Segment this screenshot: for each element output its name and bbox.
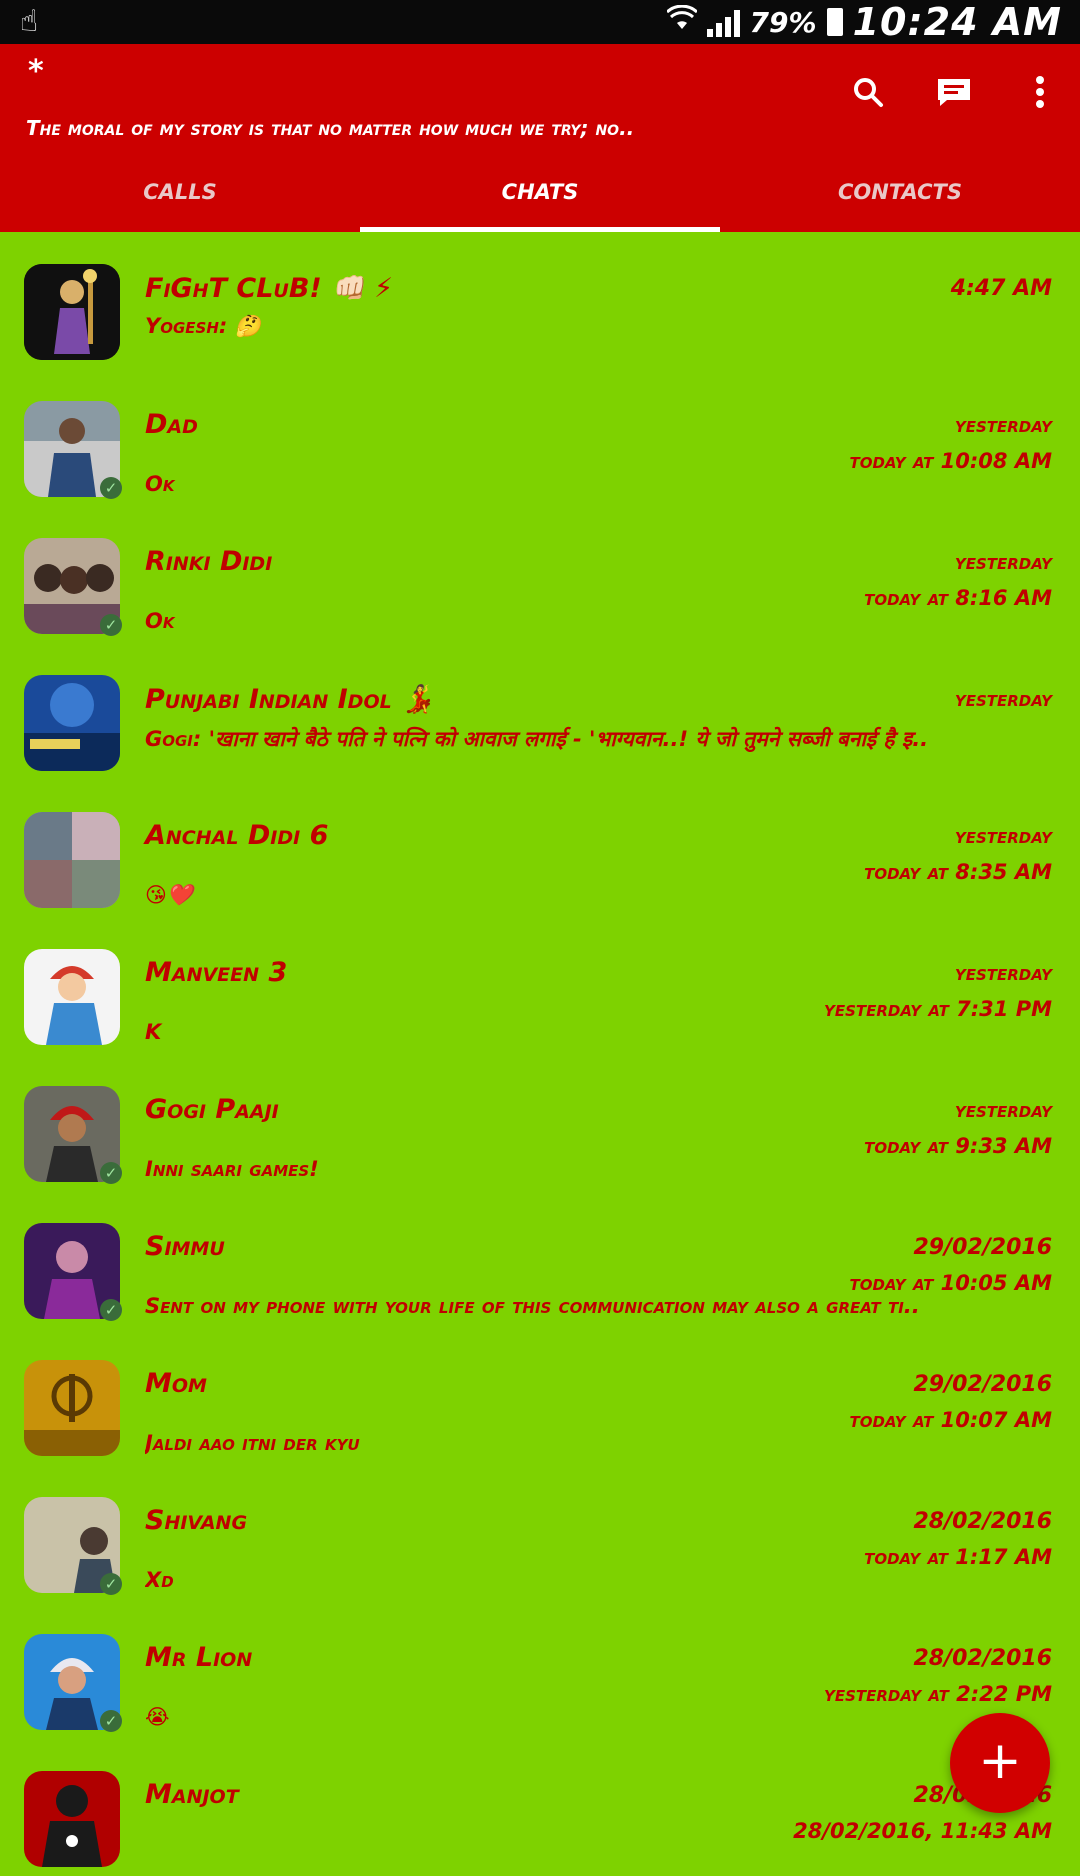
last-seen: today at 1:17 AM — [864, 1545, 1052, 1569]
tab-bar: CALLS CHATS CONTACTS — [0, 170, 1080, 232]
verified-check-icon: ✓ — [100, 477, 122, 499]
last-seen: today at 8:16 AM — [864, 586, 1052, 610]
new-chat-button[interactable]: + — [950, 1713, 1050, 1813]
chat-name: Simmu — [145, 1231, 225, 1262]
signal-icon — [706, 7, 740, 37]
verified-check-icon: ✓ — [100, 1573, 122, 1595]
chat-row[interactable]: Manveen 3 yesterday yesterday at 7:31 PM… — [0, 917, 1080, 1054]
chat-name: Mr Lion — [145, 1642, 253, 1673]
chat-time: 28/02/2016 — [913, 1646, 1052, 1671]
chat-last-message: Ok — [145, 609, 175, 633]
new-broadcast-icon[interactable] — [934, 72, 974, 112]
chat-row[interactable]: Mom 29/02/2016 today at 10:07 AM Jaldi a… — [0, 1328, 1080, 1465]
chat-time: 28/02/2016 — [913, 1509, 1052, 1534]
battery-percent: 79% — [749, 5, 817, 39]
chat-row[interactable]: ✓ Dad yesterday today at 10:08 AM Ok — [0, 369, 1080, 506]
chat-last-message: Xd — [145, 1568, 174, 1592]
last-seen: 28/02/2016, 11:43 AM — [793, 1819, 1052, 1843]
last-seen: today at 10:08 AM — [849, 449, 1052, 473]
chat-name: Gogi Paaji — [145, 1094, 279, 1125]
chat-name: Mom — [145, 1368, 207, 1399]
avatar[interactable] — [24, 264, 120, 360]
tab-chats[interactable]: CHATS — [360, 170, 720, 232]
wifi-icon — [665, 4, 698, 40]
chat-time: yesterday — [954, 1098, 1052, 1123]
chat-last-message: 😭 — [145, 1705, 170, 1729]
status-bar: ☝ 79% 10:24 AM — [0, 0, 1080, 44]
chat-last-message: 😘❤️ — [145, 883, 194, 907]
chat-row[interactable]: ✓ Simmu 29/02/2016 today at 10:05 AM Sen… — [0, 1191, 1080, 1328]
notification-hand-icon: ☝ — [20, 4, 39, 39]
header-title: * — [28, 54, 44, 89]
last-seen: today at 10:07 AM — [849, 1408, 1052, 1432]
battery-icon — [826, 8, 843, 36]
search-icon[interactable] — [848, 72, 888, 112]
chat-row[interactable]: ✓ Shivang 28/02/2016 today at 1:17 AM Xd — [0, 1465, 1080, 1602]
verified-check-icon: ✓ — [100, 614, 122, 636]
header-actions — [848, 72, 1060, 112]
verified-check-icon: ✓ — [100, 1162, 122, 1184]
last-seen: yesterday at 7:31 PM — [823, 997, 1052, 1021]
chat-last-message: K — [145, 1020, 162, 1044]
avatar[interactable] — [24, 949, 120, 1045]
chat-last-message: Ok — [145, 472, 175, 496]
chat-name: Shivang — [145, 1505, 248, 1536]
last-seen: today at 8:35 AM — [864, 860, 1052, 884]
verified-check-icon: ✓ — [100, 1710, 122, 1732]
chat-name: Rinki Didi — [145, 546, 273, 577]
chat-time: yesterday — [954, 550, 1052, 575]
chat-list: FiGhT CLuB! 👊🏻 ⚡ 4:47 AM Yogesh: 🤔 ✓ Dad… — [0, 232, 1080, 1876]
chat-name: Manveen 3 — [145, 957, 288, 988]
avatar[interactable] — [24, 675, 120, 771]
chat-time: yesterday — [954, 961, 1052, 986]
status-bar-right: 79% 10:24 AM — [665, 0, 1062, 44]
status-message[interactable]: The moral of my story is that no matter … — [26, 116, 786, 140]
tab-calls[interactable]: CALLS — [0, 170, 360, 232]
tab-contacts[interactable]: CONTACTS — [720, 170, 1080, 232]
chat-name: Punjabi Indian Idol 💃 — [145, 684, 435, 715]
chat-row[interactable]: FiGhT CLuB! 👊🏻 ⚡ 4:47 AM Yogesh: 🤔 — [0, 232, 1080, 369]
chat-time: yesterday — [954, 413, 1052, 438]
chat-last-message: Gogi: 'खाना खाने बैठे पति ने पत्नि को आव… — [145, 727, 929, 751]
chat-last-message: Sent on my phone with your life of this … — [145, 1294, 920, 1318]
verified-check-icon: ✓ — [100, 1299, 122, 1321]
chat-name: FiGhT CLuB! 👊🏻 ⚡ — [145, 273, 394, 304]
last-seen: today at 10:05 AM — [849, 1271, 1052, 1295]
chat-last-message: Yogesh: 🤔 — [145, 314, 261, 338]
chat-time: yesterday — [954, 687, 1052, 712]
status-clock: 10:24 AM — [852, 0, 1062, 44]
chat-last-message: Inni saari games! — [145, 1157, 319, 1181]
chat-row[interactable]: ✓ Rinki Didi yesterday today at 8:16 AM … — [0, 506, 1080, 643]
avatar[interactable] — [24, 812, 120, 908]
chat-row[interactable]: Anchal Didi 6 yesterday today at 8:35 AM… — [0, 780, 1080, 917]
last-seen: yesterday at 2:22 PM — [823, 1682, 1052, 1706]
app-header: * The moral of my story is that no matte… — [0, 44, 1080, 232]
chat-row[interactable]: Punjabi Indian Idol 💃 yesterday Gogi: 'ख… — [0, 643, 1080, 780]
last-seen: today at 9:33 AM — [864, 1134, 1052, 1158]
chat-last-message: Jaldi aao itni der kyu — [145, 1431, 360, 1455]
avatar[interactable] — [24, 1771, 120, 1867]
chat-row[interactable]: ✓ Mr Lion 28/02/2016 yesterday at 2:22 P… — [0, 1602, 1080, 1739]
chat-time: 29/02/2016 — [913, 1235, 1052, 1260]
chat-name: Anchal Didi 6 — [145, 820, 329, 851]
chat-row[interactable]: Manjot 28/02/2016 28/02/2016, 11:43 AM — [0, 1739, 1080, 1876]
chat-name: Dad — [145, 409, 198, 440]
more-options-icon[interactable] — [1020, 72, 1060, 112]
chat-time: yesterday — [954, 824, 1052, 849]
chat-name: Manjot — [145, 1779, 239, 1810]
chat-time: 29/02/2016 — [913, 1372, 1052, 1397]
avatar[interactable] — [24, 1360, 120, 1456]
chat-row[interactable]: ✓ Gogi Paaji yesterday today at 9:33 AM … — [0, 1054, 1080, 1191]
chat-time: 4:47 AM — [950, 276, 1052, 301]
